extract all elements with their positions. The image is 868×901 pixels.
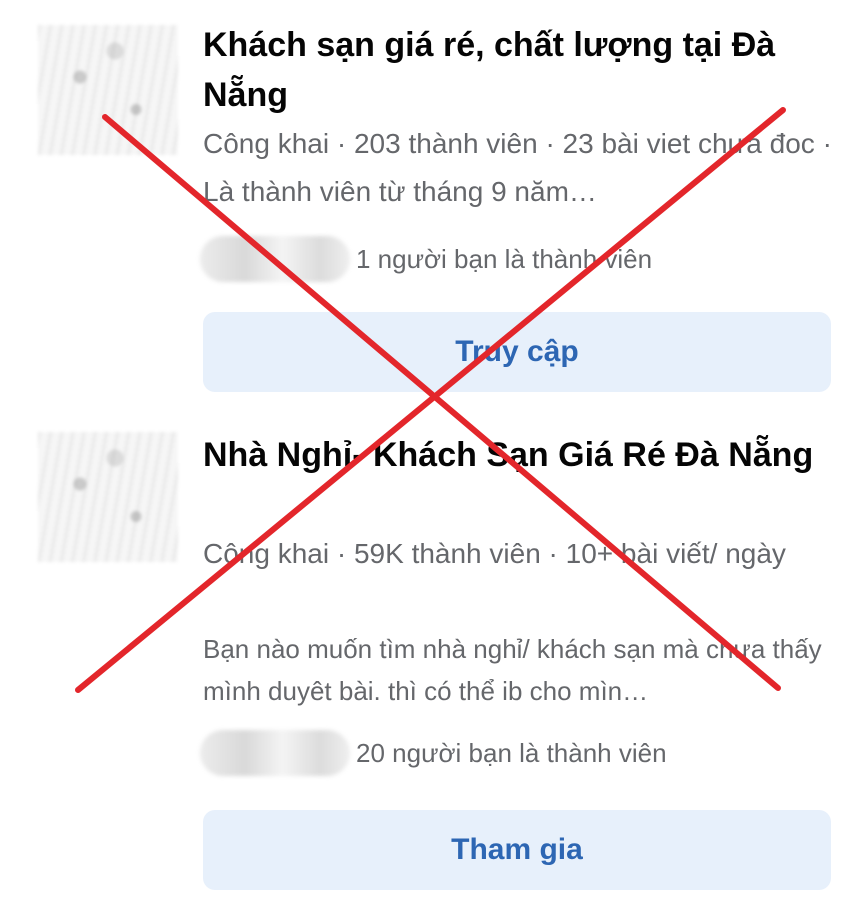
join-button[interactable]: Tham gia [203, 810, 831, 890]
visit-button[interactable]: Truy cập [203, 312, 831, 392]
friends-count: 1 người bạn là thành viên [356, 243, 653, 274]
friends-row: 20 người bạn là thành viên [200, 728, 667, 778]
group-meta: Công khai · 59K thành viên · 10+ bài viế… [203, 538, 786, 569]
friends-count: 20 người bạn là thành viên [356, 737, 667, 768]
group-meta: Công khai · 203 thành viên · 23 bài viet… [203, 128, 832, 207]
group-thumbnail[interactable] [38, 25, 178, 155]
group-description: Bạn nào muốn tìm nhà nghỉ/ khách sạn mà … [203, 634, 822, 706]
group-thumbnail[interactable] [38, 432, 178, 562]
friend-avatars-icon [200, 236, 350, 282]
group-title[interactable]: Nhà Nghỉ- Khách Sạn Giá Ré Đà Nẵng [203, 430, 843, 480]
friend-avatars-icon [200, 730, 350, 776]
group-title[interactable]: Khách sạn giá ré, chất lượng tại Đà Nẵng [203, 20, 843, 120]
friends-row: 1 người bạn là thành viên [200, 234, 652, 284]
